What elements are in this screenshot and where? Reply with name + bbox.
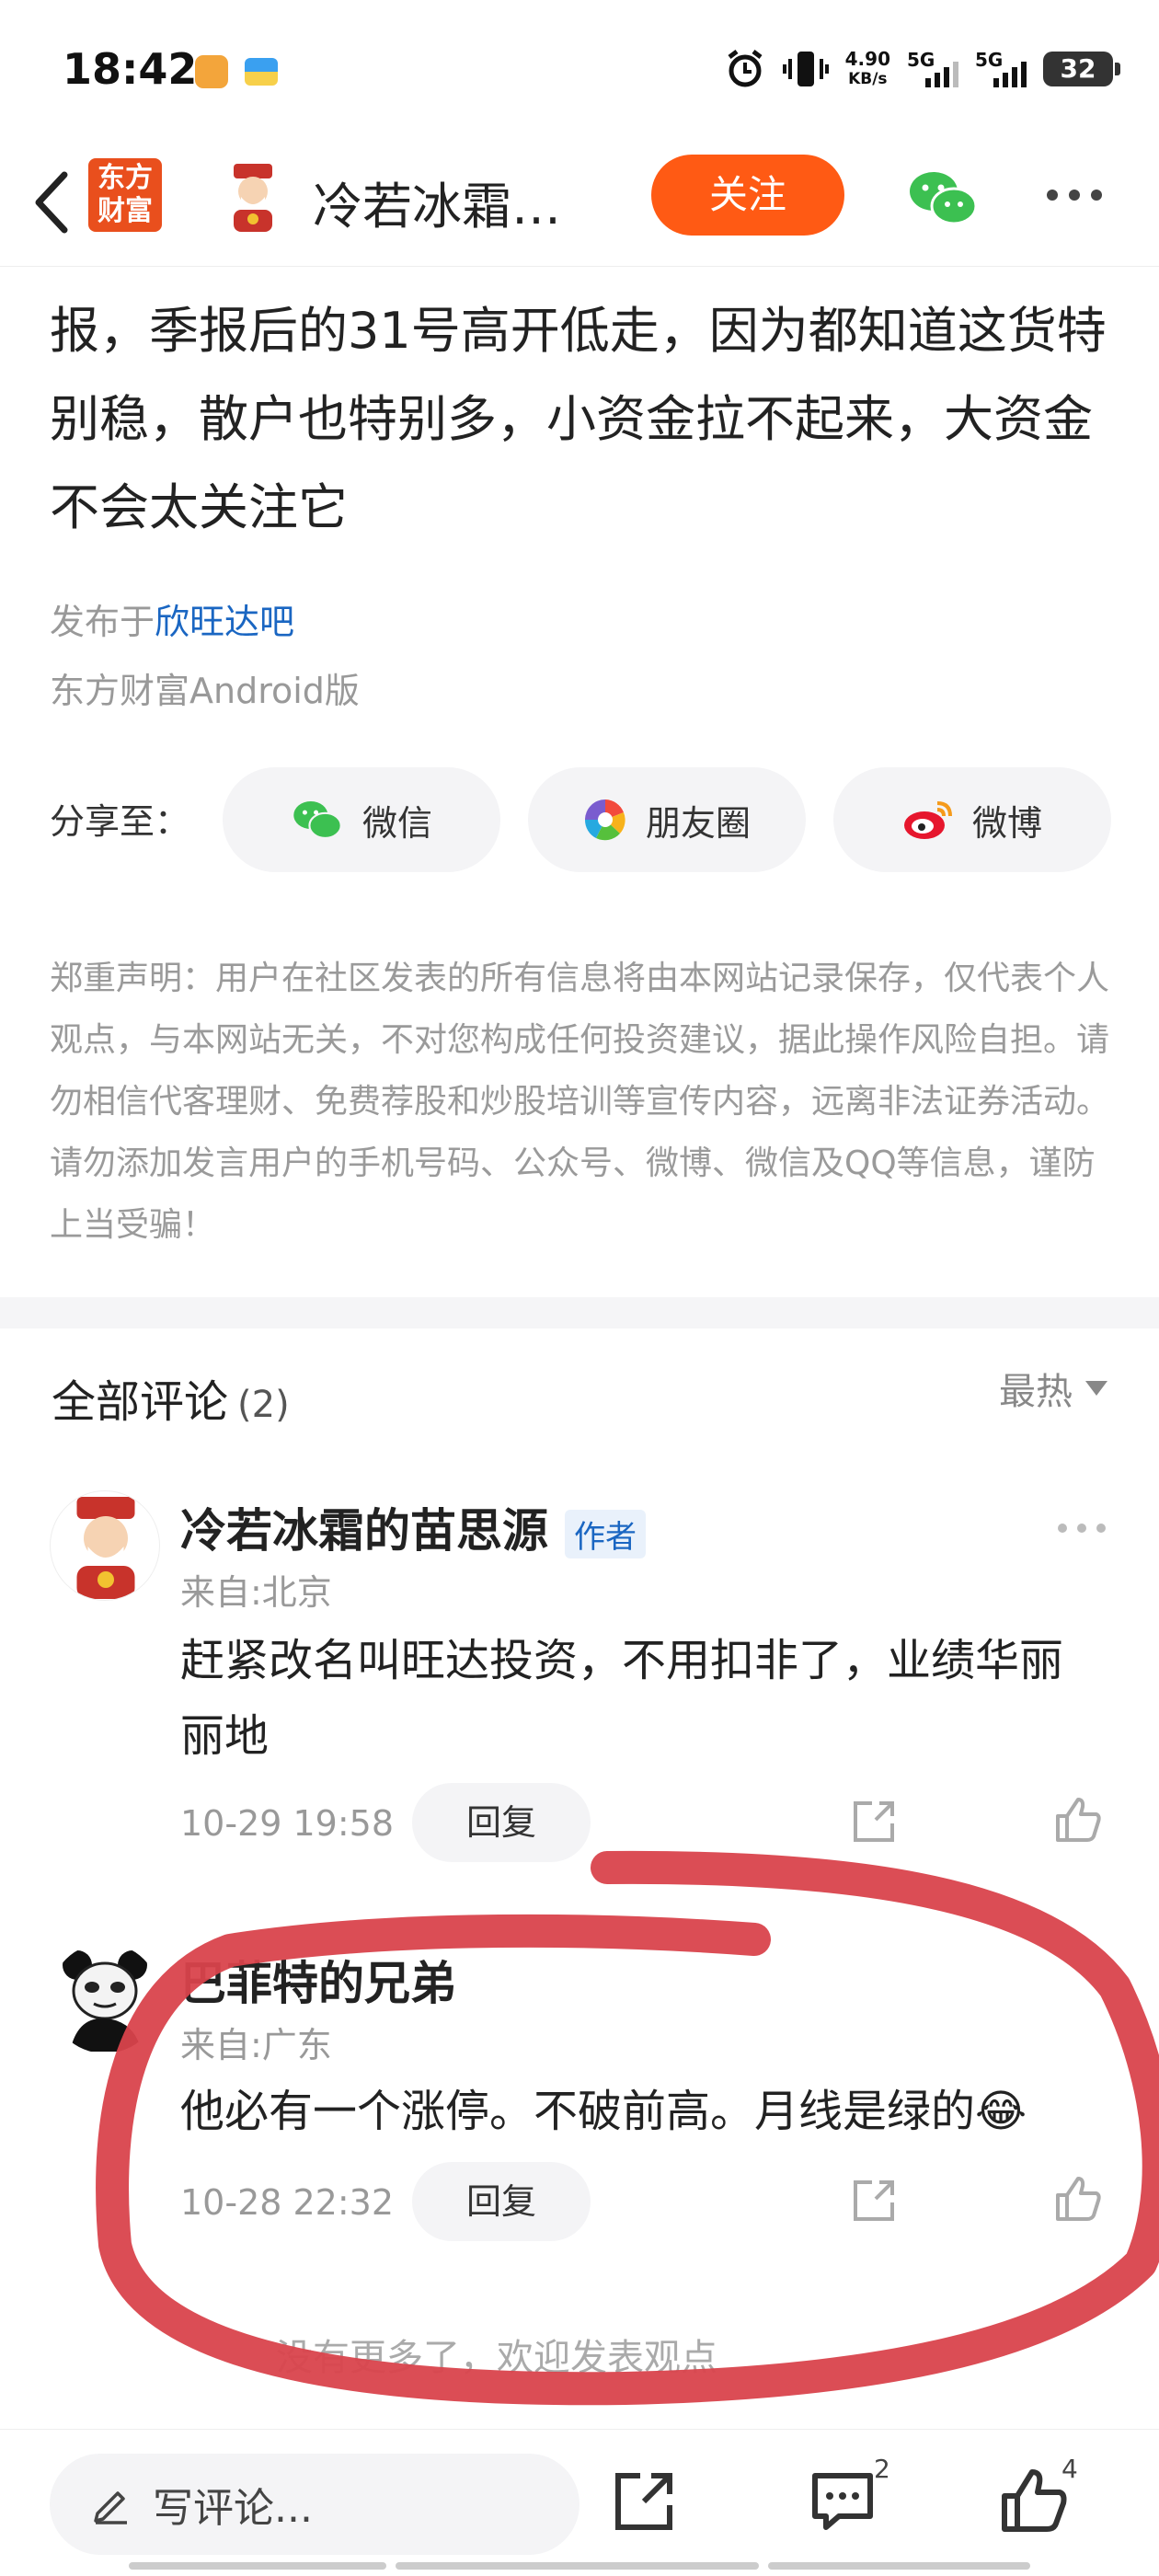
signal-bars-icon bbox=[925, 62, 958, 87]
comments-title-label: 全部评论 bbox=[52, 1376, 229, 1428]
sort-label: 最热 bbox=[999, 1371, 1073, 1413]
gesture-bar bbox=[129, 2562, 386, 2570]
thumbs-up-icon[interactable] bbox=[1052, 2173, 1104, 2225]
comment-username[interactable]: 冷若冰霜的苗思源 作者 bbox=[180, 1494, 646, 1560]
comment-time: 10-28 22:32 bbox=[180, 2182, 395, 2223]
published-in: 发布于欣旺达吧 bbox=[50, 593, 294, 644]
client-info: 东方财富Android版 bbox=[50, 671, 360, 711]
battery-icon: 32 bbox=[1043, 52, 1120, 86]
app-logo-line2: 财富 bbox=[98, 195, 153, 227]
share-icon[interactable] bbox=[848, 1796, 900, 1847]
reply-button[interactable]: 回复 bbox=[412, 2162, 591, 2241]
wechat-icon bbox=[293, 801, 342, 840]
share-wechat-label: 微信 bbox=[361, 802, 432, 844]
avatar[interactable] bbox=[50, 1943, 160, 2053]
comment-location: 来自:广东 bbox=[180, 2025, 332, 2065]
notification-card-icon bbox=[245, 58, 278, 86]
comment-count-badge: 2 bbox=[874, 2454, 890, 2484]
share-label: 分享至： bbox=[50, 801, 190, 842]
follow-button[interactable]: 关注 bbox=[651, 155, 844, 236]
comment-username[interactable]: 巴菲特的兄弟 bbox=[180, 1947, 456, 2013]
thumbs-up-icon[interactable] bbox=[997, 2465, 1071, 2538]
no-more-hint: 没有更多了，欢迎发表观点 bbox=[276, 2337, 717, 2379]
bar-link[interactable]: 欣旺达吧 bbox=[155, 602, 294, 642]
share-icon[interactable] bbox=[848, 2175, 900, 2226]
nav-title[interactable]: 冷若冰霜… bbox=[313, 166, 561, 238]
app-logo[interactable]: 东方 财富 bbox=[88, 158, 162, 232]
comment-time: 10-29 19:58 bbox=[180, 1803, 395, 1844]
notification-app-icon bbox=[195, 55, 228, 88]
pencil-icon bbox=[94, 2491, 127, 2524]
comment-text: 他必有一个涨停。不破前高。月线是绿的😂 bbox=[180, 2086, 1027, 2137]
disclaimer: 郑重声明：用户在社区发表的所有信息将由本网站记录保存，仅代表个人观点，与本网站无… bbox=[50, 960, 1110, 1244]
share-weibo-button[interactable]: 微博 bbox=[833, 767, 1111, 872]
caret-down-icon bbox=[1085, 1381, 1107, 1396]
alarm-icon bbox=[728, 50, 763, 87]
network-speed-value: 4.90 bbox=[844, 48, 890, 70]
avatar[interactable] bbox=[50, 1490, 160, 1601]
nav-header: 东方 财富 冷若冰霜… 关注 bbox=[0, 138, 1159, 267]
author-avatar-icon[interactable] bbox=[221, 160, 285, 234]
comment-username-text: 冷若冰霜的苗思源 bbox=[180, 1504, 548, 1558]
thumbs-up-icon[interactable] bbox=[1052, 1794, 1104, 1846]
status-icons: 4.90 KB/s 5G 5G 32 bbox=[724, 48, 1120, 90]
bottom-bar: 写评论... 2 4 bbox=[0, 2429, 1159, 2576]
signal-2: 5G bbox=[975, 49, 1027, 87]
write-comment-placeholder: 写评论... bbox=[153, 2485, 313, 2532]
share-moments-label: 朋友圈 bbox=[645, 802, 751, 844]
more-icon[interactable] bbox=[1056, 1522, 1107, 1535]
more-icon[interactable] bbox=[1045, 188, 1104, 202]
gesture-bar bbox=[396, 2562, 759, 2570]
write-comment-input[interactable]: 写评论... bbox=[50, 2454, 580, 2555]
comment-text: 赶紧改名叫旺达投资，不用扣非了，业绩华丽丽地 bbox=[180, 1635, 1064, 1762]
share-icon[interactable] bbox=[607, 2465, 681, 2538]
back-arrow-icon[interactable] bbox=[26, 166, 81, 239]
app-logo-line1: 东方 bbox=[98, 162, 153, 194]
section-divider bbox=[0, 1297, 1159, 1328]
gesture-bar bbox=[768, 2562, 1030, 2570]
share-weibo-label: 微博 bbox=[971, 802, 1042, 844]
wechat-icon[interactable] bbox=[906, 166, 980, 230]
share-wechat-button[interactable]: 微信 bbox=[223, 767, 500, 872]
comment-location: 来自:北京 bbox=[180, 1572, 332, 1613]
signal-1: 5G bbox=[907, 49, 958, 87]
comment-icon[interactable] bbox=[806, 2465, 879, 2538]
published-prefix: 发布于 bbox=[50, 602, 155, 642]
moments-icon bbox=[584, 799, 625, 841]
status-bar: 18:42 4.90 KB/s 5G 5G 32 bbox=[0, 0, 1159, 138]
signal-bars-icon bbox=[993, 62, 1027, 87]
comments-count: (2) bbox=[237, 1384, 290, 1426]
weibo-icon bbox=[903, 801, 952, 839]
like-count-badge: 4 bbox=[1061, 2454, 1078, 2484]
network-speed: 4.90 KB/s bbox=[845, 49, 890, 89]
status-time: 18:42 bbox=[63, 44, 198, 94]
sort-dropdown[interactable]: 最热 bbox=[999, 1362, 1107, 1415]
comment-username-text: 巴菲特的兄弟 bbox=[180, 1957, 456, 2010]
network-speed-unit: KB/s bbox=[848, 70, 888, 88]
comments-title: 全部评论 (2) bbox=[52, 1365, 290, 1430]
caishen-avatar-icon bbox=[76, 1497, 135, 1599]
author-badge: 作者 bbox=[565, 1510, 646, 1558]
article-body: 报，季报后的31号高开低走，因为都知道这货特别稳，散户也特别多，小资金拉不起来，… bbox=[50, 302, 1107, 536]
share-moments-button[interactable]: 朋友圈 bbox=[528, 767, 806, 872]
vibrate-icon bbox=[782, 52, 829, 86]
panda-meme-avatar-icon bbox=[63, 1950, 147, 2052]
reply-button[interactable]: 回复 bbox=[412, 1783, 591, 1862]
